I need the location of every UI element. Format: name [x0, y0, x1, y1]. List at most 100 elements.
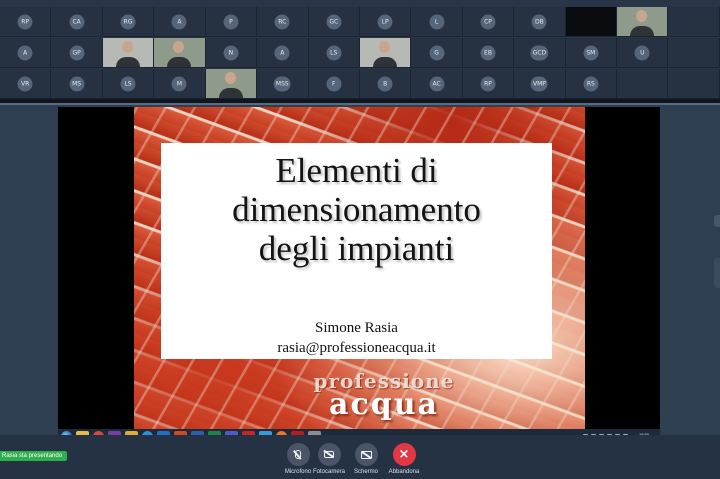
participant-avatar: LS: [326, 45, 342, 60]
participant-avatar: RS: [583, 76, 599, 91]
participant-tile[interactable]: LS: [102, 69, 155, 99]
leave-control[interactable]: × Abbandona: [382, 443, 426, 477]
participant-avatar: EB: [480, 45, 496, 60]
participant-avatar: LP: [377, 14, 393, 29]
leave-label: Abbandona: [388, 469, 420, 475]
participant-tile[interactable]: [617, 7, 669, 37]
participant-tile[interactable]: M: [154, 69, 206, 99]
participant-tile[interactable]: U: [617, 38, 669, 68]
participant-avatar: MS: [69, 76, 85, 91]
participant-tile[interactable]: CA: [51, 7, 103, 37]
side-panel-toggle[interactable]: [714, 215, 720, 227]
participant-tile[interactable]: [668, 69, 720, 99]
participant-tile[interactable]: MS: [51, 69, 103, 99]
slide-title-box: Elementi di dimensionamento degli impian…: [161, 143, 552, 359]
presenting-badge: Rasia sta presentando: [0, 451, 68, 461]
participant-tile[interactable]: F: [308, 69, 360, 99]
participant-tile[interactable]: [359, 38, 412, 68]
participant-avatar: RG: [120, 14, 136, 29]
close-icon: ×: [398, 447, 410, 462]
participant-tile[interactable]: [565, 7, 618, 37]
participant-tile[interactable]: AC: [411, 69, 463, 99]
participant-tile[interactable]: N: [205, 38, 258, 68]
slide-title: Elementi di dimensionamento degli impian…: [161, 151, 552, 268]
screen-share-button[interactable]: [354, 443, 378, 466]
participant-tile[interactable]: L: [411, 7, 463, 37]
participant-tile[interactable]: [617, 69, 669, 99]
leave-button[interactable]: ×: [392, 443, 416, 466]
participant-tile[interactable]: DB: [514, 7, 566, 37]
participant-video-body: [630, 26, 655, 36]
participant-grid: RP CA RG A P RC GC LP L CP DB A GP N A LS G EB GCD SM U VR MS L…: [0, 0, 720, 99]
participant-avatar: L: [429, 14, 445, 29]
participant-avatar: AC: [429, 76, 445, 91]
participant-avatar: A: [274, 45, 290, 60]
screen-share-off-icon: [360, 450, 372, 459]
participant-tile[interactable]: [668, 7, 720, 37]
participant-avatar: CP: [480, 14, 496, 29]
side-panel-handle[interactable]: [714, 258, 720, 288]
participant-tile[interactable]: RP: [462, 69, 515, 99]
participant-avatar: GP: [69, 45, 85, 60]
participant-tile[interactable]: RC: [257, 7, 309, 37]
participant-tile[interactable]: LS: [308, 38, 360, 68]
participant-avatar: P: [223, 14, 239, 29]
participant-avatar: RC: [274, 14, 290, 29]
participant-avatar: N: [223, 45, 239, 60]
slide-title-line-1: Elementi di: [275, 151, 438, 190]
participant-avatar: DB: [531, 14, 547, 29]
participant-tile[interactable]: RP: [0, 7, 52, 37]
participant-tile[interactable]: SM: [565, 38, 618, 68]
participant-avatar: F: [326, 76, 342, 91]
participant-tile[interactable]: [154, 38, 206, 68]
participant-video-body: [115, 57, 140, 67]
participant-tile[interactable]: RS: [565, 69, 618, 99]
participant-tile[interactable]: [102, 38, 155, 68]
participant-tile[interactable]: A: [257, 38, 309, 68]
participant-tile[interactable]: MSS: [257, 69, 309, 99]
participant-tile[interactable]: LP: [359, 7, 412, 37]
slide-title-line-3: degli impianti: [258, 229, 455, 268]
participant-tile[interactable]: P: [205, 7, 258, 37]
slide-author-block: Simone Rasia rasia@professioneacqua.it: [161, 318, 552, 358]
participant-video-body: [167, 57, 192, 67]
participant-tile[interactable]: CP: [462, 7, 515, 37]
participant-tile[interactable]: GCD: [514, 38, 566, 68]
participant-tile[interactable]: GP: [51, 38, 103, 68]
participant-avatar: SM: [583, 45, 599, 60]
participant-avatar: A: [17, 45, 33, 60]
participant-avatar: LS: [120, 76, 136, 91]
participant-tile[interactable]: [205, 69, 258, 99]
slide-title-line-2: dimensionamento: [232, 190, 481, 229]
slide-email: rasia@professioneacqua.it: [277, 340, 436, 356]
participant-avatar: G: [429, 45, 445, 60]
participant-tile[interactable]: GC: [308, 7, 360, 37]
participant-avatar: RP: [17, 14, 33, 29]
participant-video-body: [218, 88, 243, 98]
participant-tile[interactable]: RG: [102, 7, 155, 37]
brand-logo: professione acqua: [264, 369, 504, 422]
participant-avatar: A: [171, 14, 187, 29]
participant-avatar: VR: [17, 76, 33, 91]
participant-tile[interactable]: [668, 38, 720, 68]
participant-video-body: [373, 57, 398, 67]
participant-tile[interactable]: EB: [462, 38, 515, 68]
participant-tile[interactable]: A: [0, 38, 52, 68]
participant-avatar: CA: [69, 14, 85, 29]
participant-tile[interactable]: A: [154, 7, 206, 37]
participant-avatar: RP: [480, 76, 496, 91]
brand-logo-bottom: acqua: [329, 387, 439, 422]
participant-avatar: M: [171, 76, 187, 91]
camera-button[interactable]: [317, 443, 341, 466]
participant-avatar: GCD: [530, 45, 549, 60]
mic-off-icon: [295, 450, 301, 459]
participant-tile[interactable]: G: [411, 38, 463, 68]
participant-tile[interactable]: VR: [0, 69, 52, 99]
participant-tile[interactable]: B: [359, 69, 412, 99]
participant-avatar: MSS: [273, 76, 291, 91]
participant-tile[interactable]: VMP: [514, 69, 566, 99]
slide-author: Simone Rasia: [315, 320, 398, 336]
participant-avatar: U: [634, 45, 650, 60]
participant-avatar: VMP: [530, 76, 548, 91]
participant-avatar: B: [377, 76, 393, 91]
